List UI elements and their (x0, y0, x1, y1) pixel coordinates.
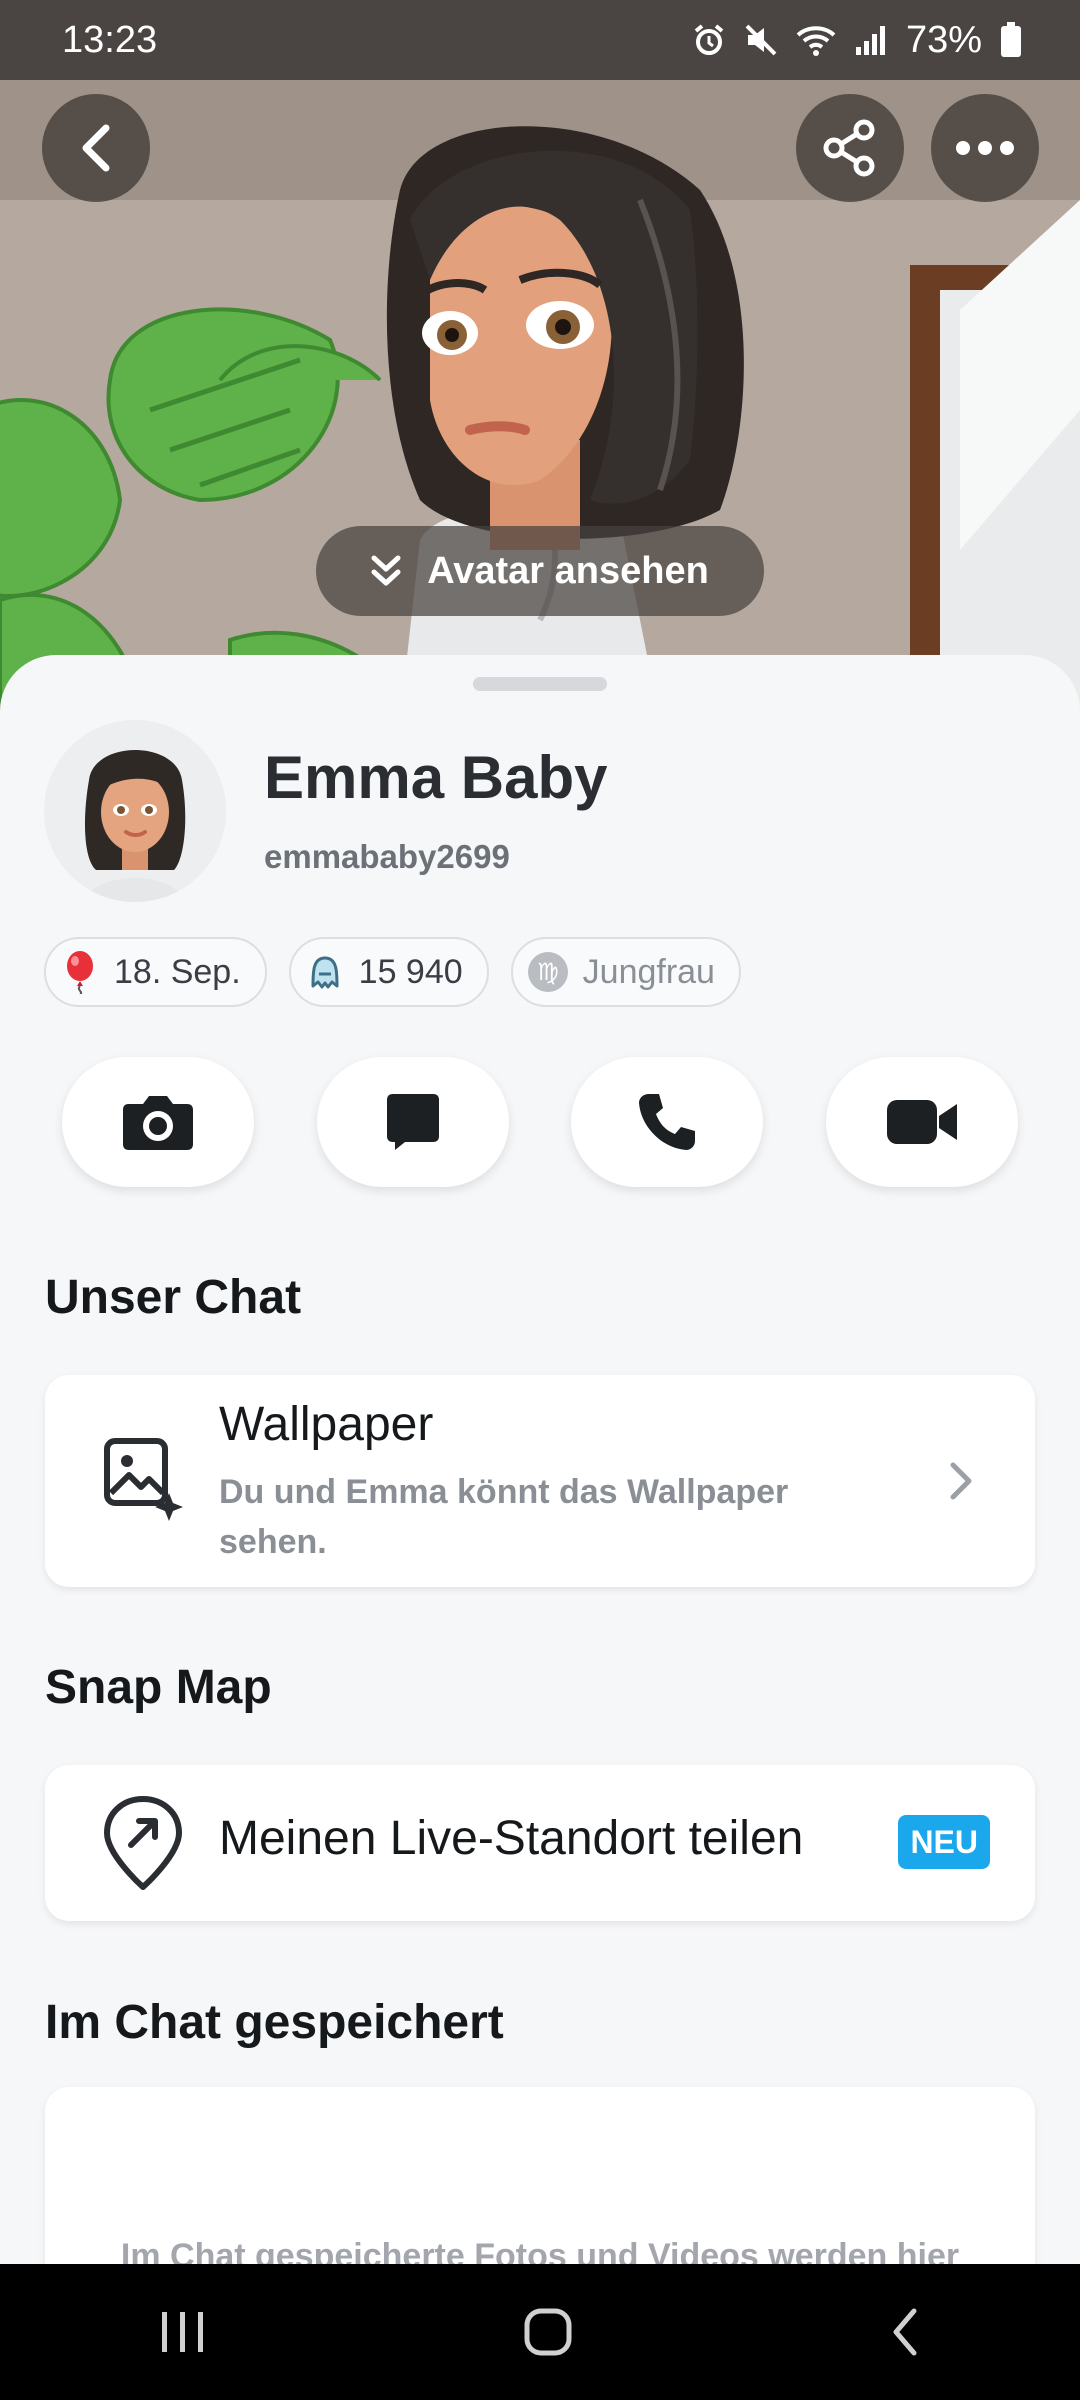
wallpaper-image-sparkle-icon (104, 1438, 183, 1521)
video-call-button[interactable] (825, 1057, 1018, 1187)
bitmoji-avatar-image (44, 720, 226, 902)
view-avatar-button[interactable]: Avatar ansehen (316, 526, 764, 616)
share-icon (823, 119, 875, 177)
camera-icon (123, 1096, 193, 1150)
location-arrow-pin-icon (104, 1796, 182, 1890)
username: emmababy2699 (264, 838, 510, 875)
back-button[interactable] (42, 94, 150, 202)
status-time: 13:23 (62, 18, 158, 61)
birthday-chip[interactable]: 18. Sep. (44, 937, 267, 1007)
camera-button[interactable] (62, 1057, 254, 1187)
wallpaper-description: Du und Emma könnt das Wallpaper sehen. (219, 1473, 789, 1561)
alarm-icon (694, 24, 724, 55)
share-live-location-card[interactable]: Meinen Live-Standort teilen NEU (45, 1765, 1035, 1921)
signal-icon (855, 26, 885, 55)
back-nav-icon[interactable] (888, 2307, 922, 2357)
share-button[interactable] (796, 94, 904, 202)
svg-text:♍: ♍ (537, 958, 559, 986)
drag-handle[interactable] (473, 677, 607, 691)
wifi-icon (796, 26, 836, 56)
video-icon (886, 1100, 957, 1144)
phone-icon (639, 1094, 696, 1150)
chat-button[interactable] (316, 1057, 509, 1187)
zodiac-label: Jungfrau (582, 952, 715, 991)
more-horizontal-icon (956, 141, 1014, 155)
avatar-hero: Avatar ansehen (0, 80, 1080, 720)
chat-icon (386, 1094, 439, 1150)
double-chevron-down-icon (371, 555, 401, 586)
virgo-icon: ♍ (527, 952, 568, 992)
status-icons: 73% (692, 19, 1022, 62)
battery-percent: 73% (905, 18, 982, 61)
wallpaper-title: Wallpaper (219, 1398, 434, 1451)
chevron-left-icon (82, 124, 110, 172)
ghost-icon (311, 956, 339, 989)
zodiac-chip[interactable]: ♍ Jungfrau (510, 937, 741, 1007)
balloon-icon (67, 951, 93, 994)
our-chat-heading: Unser Chat (45, 1271, 302, 1324)
chevron-right-icon (950, 1462, 972, 1500)
snap-map-heading: Snap Map (45, 1661, 272, 1714)
call-button[interactable] (571, 1057, 764, 1187)
display-name: Emma Baby (264, 744, 608, 811)
view-avatar-label: Avatar ansehen (427, 549, 709, 592)
status-bar: 13:23 73% (0, 0, 1080, 80)
mute-icon (745, 24, 777, 56)
profile-chips: 18. Sep. 15 940 ♍ Jungfrau (44, 937, 741, 1007)
bitmoji-scene-image (0, 80, 1080, 720)
profile-sheet: Emma Baby emmababy2699 18. Sep. 15 940 ♍… (0, 655, 1080, 2387)
saved-in-chat-heading: Im Chat gespeichert (45, 1996, 504, 2049)
snapscore-label: 15 940 (358, 952, 463, 991)
home-icon[interactable] (523, 2307, 573, 2357)
battery-icon (1001, 22, 1021, 57)
system-navigation-bar (0, 2264, 1080, 2400)
quick-actions (62, 1057, 1018, 1187)
avatar[interactable] (44, 720, 226, 902)
snapscore-chip[interactable]: 15 940 (288, 937, 489, 1007)
new-badge: NEU (898, 1815, 990, 1869)
more-options-button[interactable] (931, 94, 1039, 202)
share-live-location-label: Meinen Live-Standort teilen (219, 1812, 804, 1865)
wallpaper-card[interactable]: Wallpaper Du und Emma könnt das Wallpape… (45, 1375, 1035, 1587)
recent-apps-icon[interactable] (158, 2310, 208, 2354)
birthday-label: 18. Sep. (114, 952, 241, 991)
